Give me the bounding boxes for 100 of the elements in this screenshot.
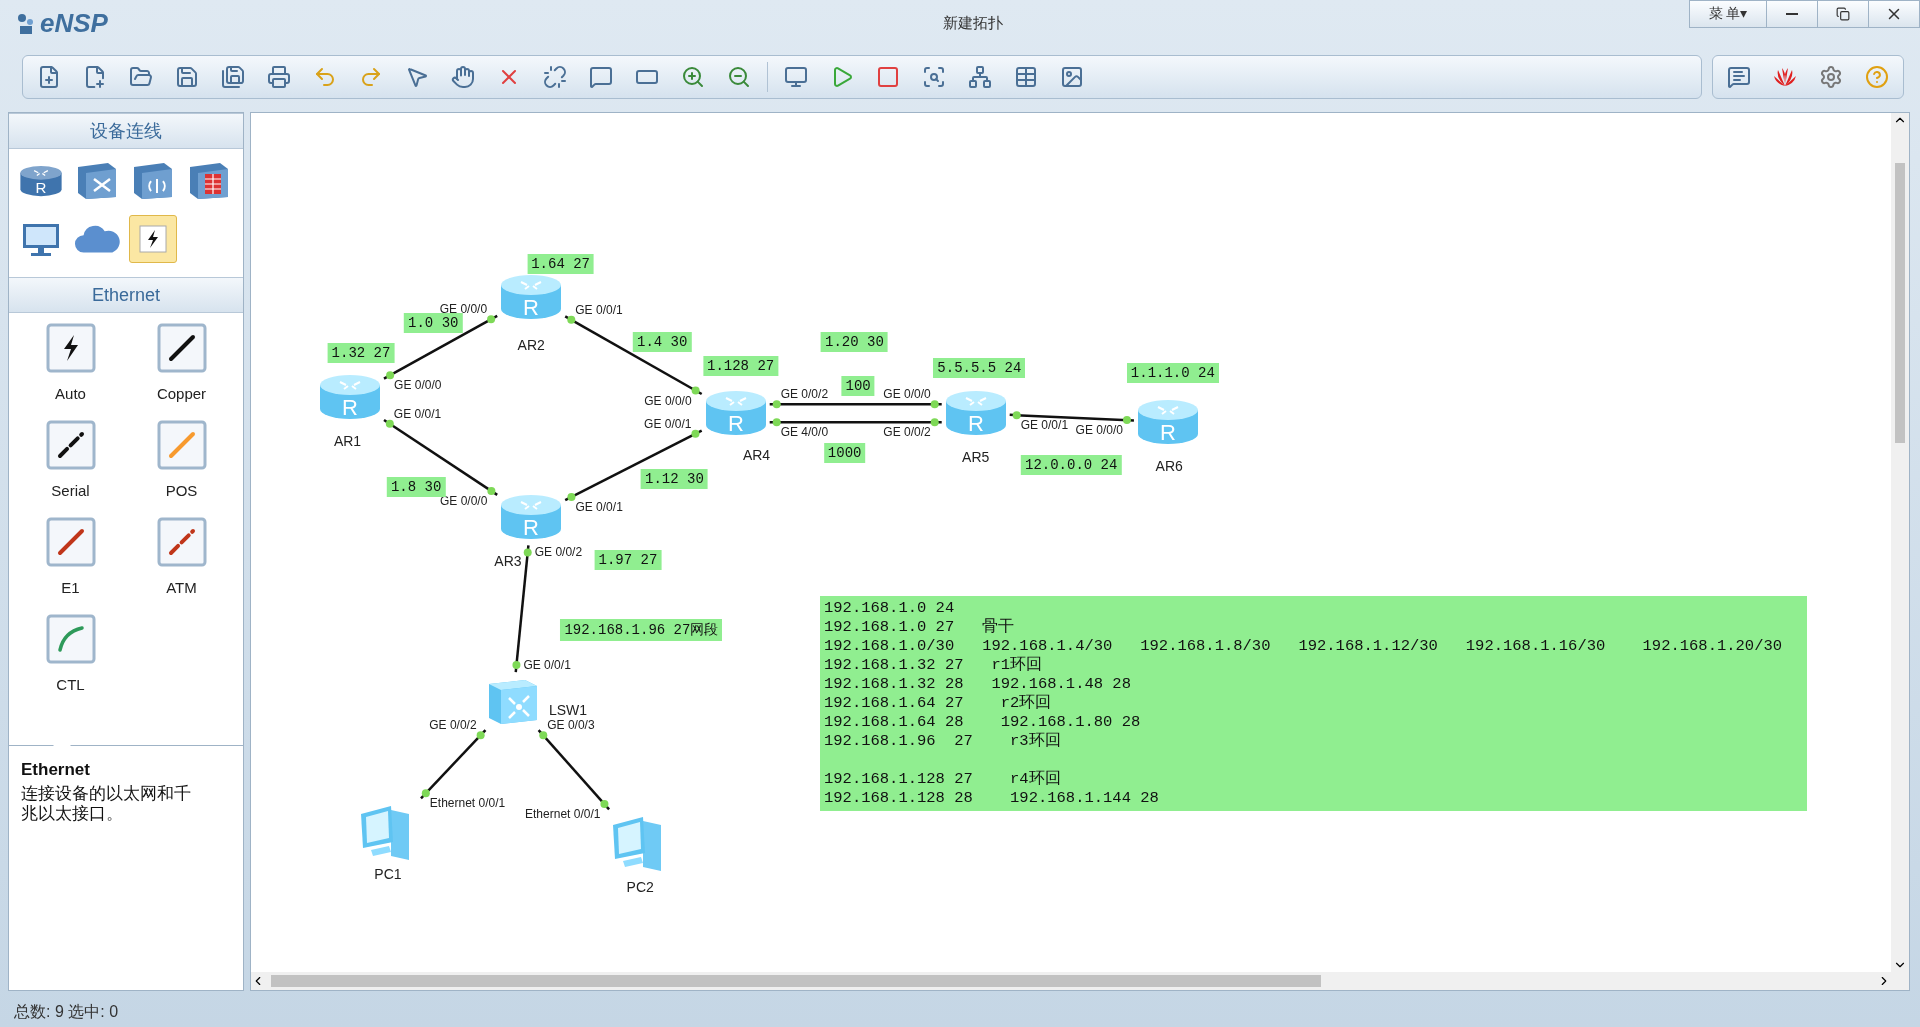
- link-line[interactable]: [420, 729, 487, 800]
- zoom-out-icon: [727, 65, 751, 89]
- device-name: PC2: [626, 879, 654, 896]
- address-label: 5.5.5.5 24: [933, 358, 1026, 378]
- pointer-icon: [405, 65, 429, 89]
- device-name: AR4: [742, 446, 771, 463]
- address-label: 1.20 30: [821, 332, 888, 353]
- port-label: GE 0/0/1: [575, 499, 623, 514]
- scrollbar-thumb[interactable]: [271, 975, 1321, 987]
- hand-icon: [451, 65, 475, 89]
- cable-type-button[interactable]: POS: [126, 420, 237, 499]
- note-line: 192.168.1.64 28 192.168.1.80 28: [824, 713, 1142, 732]
- port-label: GE 0/0/0: [440, 494, 488, 509]
- port-label: GE 0/0/3: [547, 718, 595, 733]
- port-label: GE 0/0/1: [1020, 418, 1069, 433]
- port-label: Ethernet 0/0/1: [525, 807, 601, 822]
- link-line[interactable]: [564, 429, 703, 502]
- menu-button[interactable]: 菜 单▾: [1689, 0, 1767, 28]
- pos-cable-icon: [156, 420, 207, 470]
- atm-cable-icon: [156, 517, 207, 567]
- new-topology-icon: [37, 65, 61, 89]
- save-icon: [175, 65, 199, 89]
- serial-cable-icon: [45, 420, 96, 470]
- table-icon: [1014, 65, 1038, 89]
- port-label: GE 0/0/0: [1075, 423, 1123, 438]
- restore-button[interactable]: [1818, 0, 1869, 28]
- console-icon: [784, 65, 808, 89]
- cable-type-button[interactable]: Serial: [15, 420, 126, 499]
- copper-cable-icon: [156, 323, 207, 373]
- link-line[interactable]: [383, 418, 498, 496]
- e1-cable-icon: [45, 517, 96, 567]
- text-note-icon: [589, 65, 613, 89]
- vertical-scrollbar[interactable]: [1891, 113, 1909, 972]
- redo-icon: [359, 65, 383, 89]
- device-name: AR5: [962, 449, 990, 466]
- device-name: AR6: [1155, 457, 1183, 474]
- panel-header: Ethernet: [9, 277, 243, 313]
- port-label: GE 0/0/0: [394, 378, 442, 393]
- device-name: AR2: [517, 336, 545, 353]
- note-line: 192.168.1.32 27 r1环回: [824, 656, 1044, 675]
- restore-icon: [1836, 7, 1850, 21]
- stop-icon: [876, 65, 900, 89]
- ctl-cable-icon: [45, 614, 96, 664]
- window-title: 新建拓扑: [941, 13, 1004, 33]
- link-line[interactable]: [537, 729, 610, 811]
- lightning-icon: [139, 225, 167, 253]
- address-label: 192.168.1.96 27网段: [560, 619, 723, 642]
- cable-type-button[interactable]: CTL: [15, 614, 126, 693]
- address-label: 12.0.0.0 24: [1021, 454, 1122, 475]
- port-label: GE 0/0/2: [883, 425, 931, 440]
- cable-type-button[interactable]: E1: [15, 517, 126, 596]
- topology-icon: [968, 65, 992, 89]
- link-line[interactable]: [564, 315, 703, 396]
- device-name: PC1: [374, 865, 402, 882]
- note-line: 192.168.1.128 28 192.168.1.144 28: [824, 789, 1160, 808]
- device-name: LSW1: [548, 701, 587, 718]
- print-icon: [267, 65, 291, 89]
- link-line[interactable]: [769, 418, 942, 427]
- device-name: AR3: [494, 553, 522, 570]
- port-label: GE 0/0/1: [644, 416, 692, 431]
- note-line: 192.168.1.128 27 r4环回: [824, 770, 1062, 789]
- note-line: 192.168.1.32 28 192.168.1.48 28: [824, 675, 1132, 694]
- wireless-icon: [132, 161, 174, 201]
- port-label: GE 0/0/1: [393, 406, 442, 421]
- address-label: 1.8 30: [386, 476, 446, 497]
- address-label: 1.32 27: [327, 343, 395, 364]
- port-label: Ethernet 0/0/1: [429, 796, 506, 811]
- panel-header: 设备连线: [9, 113, 243, 149]
- switch-icon: [76, 161, 118, 201]
- scrollbar-thumb[interactable]: [1895, 163, 1905, 443]
- zoom-in-icon: [681, 65, 705, 89]
- capture-icon: [922, 65, 946, 89]
- flower-logo-icon: [1772, 66, 1798, 88]
- device-name: AR1: [333, 433, 362, 450]
- device-category-button[interactable]: [129, 215, 177, 263]
- port-label: GE 0/0/1: [523, 658, 571, 673]
- unlink-icon: [543, 65, 567, 89]
- new-file-icon: [83, 65, 107, 89]
- address-label: 1.97 27: [594, 550, 662, 571]
- address-label: 1.4 30: [633, 332, 692, 353]
- address-label: 1.1.1.0 24: [1126, 362, 1219, 383]
- horizontal-scrollbar[interactable]: [251, 972, 1891, 990]
- port-label: GE 0/0/0: [883, 387, 931, 402]
- address-label: 1.0 30: [404, 312, 463, 333]
- note-line: 192.168.1.0 27 骨干: [824, 618, 1016, 637]
- note-line: 192.168.1.96 27 r3环回: [824, 732, 1062, 751]
- close-button[interactable]: [1869, 0, 1920, 28]
- screenshot-icon: [1060, 65, 1084, 89]
- open-folder-icon: [129, 65, 153, 89]
- address-label: 100: [841, 376, 875, 397]
- link-line[interactable]: [769, 400, 942, 409]
- cable-type-button[interactable]: ATM: [126, 517, 237, 596]
- cable-type-button[interactable]: Copper: [126, 323, 237, 402]
- settings-icon: [1819, 65, 1843, 89]
- port-label: GE 0/0/0: [644, 393, 692, 408]
- cable-type-button[interactable]: Auto: [15, 323, 126, 402]
- auto-cable-icon: [45, 323, 96, 373]
- undo-icon: [313, 65, 337, 89]
- address-label: 1.64 27: [527, 253, 594, 274]
- address-label: 1.128 27: [703, 355, 779, 376]
